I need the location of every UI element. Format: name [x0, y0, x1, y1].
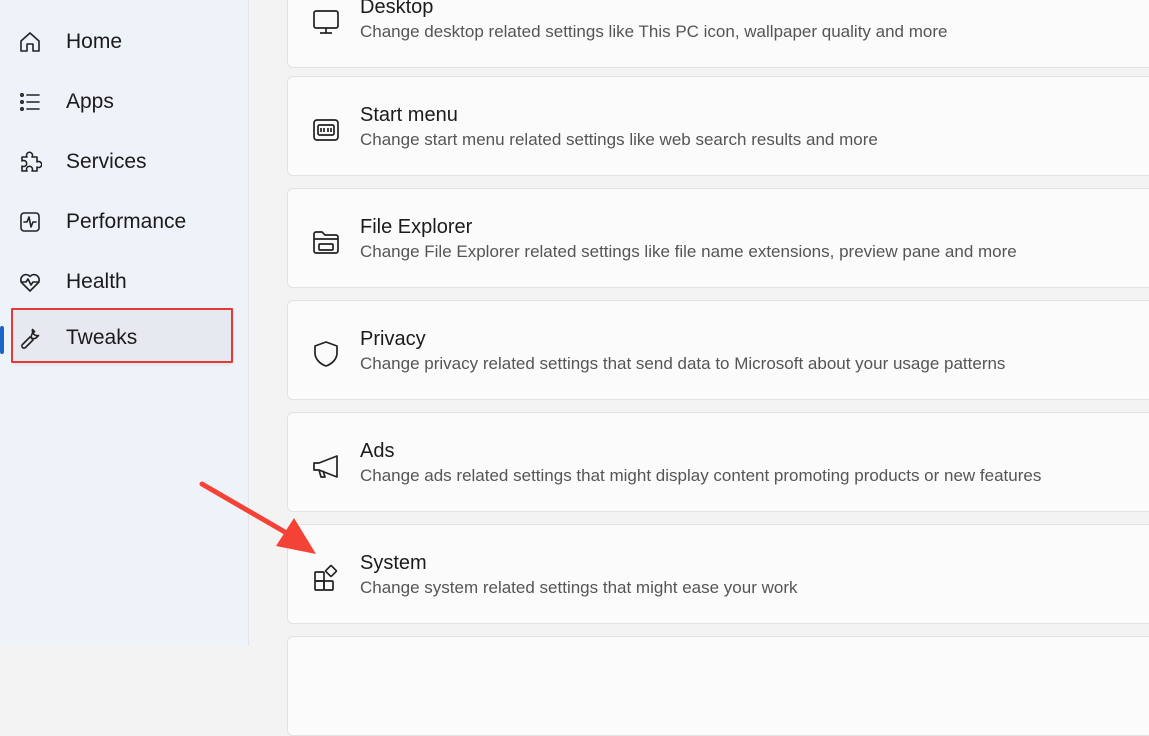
shield-icon [310, 338, 342, 370]
card-title: File Explorer [360, 216, 473, 238]
selection-indicator [0, 326, 4, 354]
sidebar-item-health[interactable]: Health [12, 254, 234, 310]
card-privacy[interactable]: Privacy Change privacy related settings … [287, 300, 1149, 400]
wrench-icon [18, 326, 42, 350]
sidebar-item-label: Performance [66, 210, 187, 233]
home-icon [18, 30, 42, 54]
heart-pulse-icon [18, 270, 42, 294]
megaphone-icon [310, 450, 342, 482]
sidebar-item-services[interactable]: Services [12, 134, 234, 190]
card-description: Change start menu related settings like … [360, 130, 878, 149]
card-description: Change File Explorer related settings li… [360, 242, 1017, 261]
sidebar-item-label: Apps [66, 90, 114, 113]
card-description: Change system related settings that migh… [360, 578, 798, 597]
folder-icon [310, 226, 342, 258]
sidebar-item-label: Services [66, 150, 147, 173]
sidebar-item-tweaks[interactable]: Tweaks [0, 310, 234, 366]
activity-icon [18, 210, 42, 234]
card-partial[interactable] [287, 636, 1149, 736]
puzzle-icon [18, 150, 42, 174]
card-file-explorer[interactable]: File Explorer Change File Explorer relat… [287, 188, 1149, 288]
system-apps-icon [310, 562, 342, 594]
card-desktop[interactable]: Desktop Change desktop related settings … [287, 0, 1149, 68]
card-title: Ads [360, 440, 395, 462]
sidebar-item-performance[interactable]: Performance [12, 194, 234, 250]
sidebar-item-label: Health [66, 270, 127, 293]
sidebar-item-label: Tweaks [66, 326, 138, 349]
card-title: Desktop [360, 0, 434, 18]
card-system[interactable]: System Change system related settings th… [287, 524, 1149, 624]
monitor-icon [310, 6, 342, 38]
sidebar: Home Apps Services Performance Health Tw… [0, 0, 249, 646]
sidebar-item-home[interactable]: Home [12, 14, 234, 70]
card-start-menu[interactable]: Start menu Change start menu related set… [287, 76, 1149, 176]
card-description: Change privacy related settings that sen… [360, 354, 1006, 373]
card-title: Start menu [360, 104, 458, 126]
card-description: Change ads related settings that might d… [360, 466, 1042, 485]
card-title: System [360, 552, 427, 574]
start-menu-icon [310, 114, 342, 146]
card-description: Change desktop related settings like Thi… [360, 22, 948, 41]
sidebar-item-label: Home [66, 30, 123, 53]
sidebar-item-apps[interactable]: Apps [12, 74, 234, 130]
list-icon [18, 90, 42, 114]
card-ads[interactable]: Ads Change ads related settings that mig… [287, 412, 1149, 512]
card-title: Privacy [360, 328, 426, 350]
main-content: Desktop Change desktop related settings … [249, 0, 1149, 736]
